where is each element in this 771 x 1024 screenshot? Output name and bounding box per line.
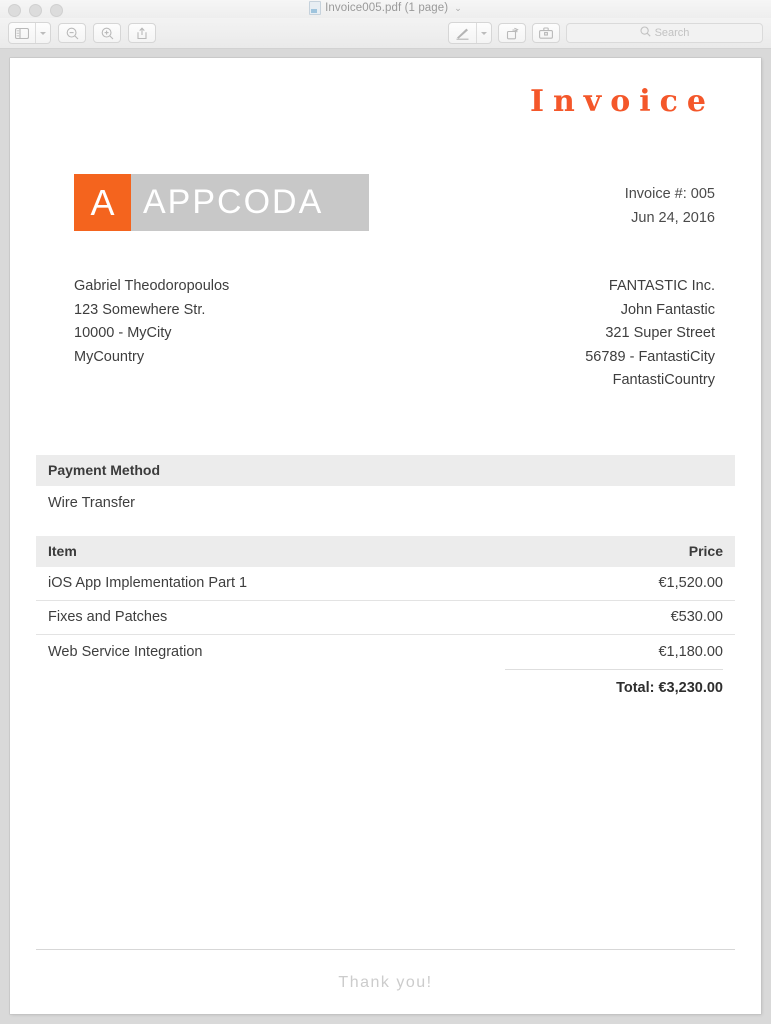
item-name: Fixes and Patches (48, 609, 168, 625)
bill-to-line: 321 Super Street (605, 325, 715, 341)
window-titlebar: Invoice005.pdf (1 page) ⌄ (0, 0, 771, 18)
table-row: Web Service Integration €1,180.00 (36, 635, 735, 669)
payment-method-value-row: Wire Transfer (36, 486, 735, 520)
table-row: Fixes and Patches €530.00 (36, 601, 735, 635)
chevron-down-icon (481, 31, 487, 35)
page-title: Invoice (529, 84, 715, 119)
window-title-group: Invoice005.pdf (1 page) ⌄ (0, 1, 771, 15)
payment-method-value: Wire Transfer (48, 494, 136, 511)
zoom-in-icon (101, 27, 114, 40)
invoice-date: Jun 24, 2016 (631, 210, 715, 226)
search-placeholder: Search (654, 27, 690, 39)
logo-mark: A (74, 174, 131, 231)
logo-and-meta-row: A APPCODA Invoice #: 005 Jun 24, 2016 (36, 174, 735, 231)
zoom-out-icon (66, 27, 79, 40)
payment-method-header-label: Payment Method (48, 462, 161, 478)
pdf-page: Invoice A APPCODA Invoice #: 005 Jun 24,… (10, 58, 761, 1014)
item-price: €1,180.00 (658, 643, 723, 660)
zoom-in-button[interactable] (93, 23, 121, 43)
bill-from-line: 10000 - MyCity (74, 325, 172, 341)
search-icon (640, 24, 651, 42)
main-toolbar: Search (0, 18, 771, 49)
column-header-price: Price (688, 543, 723, 559)
chevron-down-icon (40, 31, 46, 35)
bill-from-address: Gabriel Theodoropoulos 123 Somewhere Str… (74, 275, 229, 393)
toolbar-right-group: Search (448, 22, 763, 44)
bill-to-address: FANTASTIC Inc. John Fantastic 321 Super … (585, 275, 735, 393)
sidebar-toggle-button[interactable] (8, 22, 51, 44)
item-name: iOS App Implementation Part 1 (48, 575, 248, 591)
table-row: iOS App Implementation Part 1 €1,520.00 (36, 567, 735, 601)
toolbox-button[interactable] (532, 23, 560, 43)
zoom-out-button[interactable] (58, 23, 86, 43)
item-price: €1,520.00 (658, 575, 723, 591)
share-button[interactable] (128, 23, 156, 43)
items-table: Item Price iOS App Implementation Part 1… (36, 535, 735, 696)
bill-from-line: 123 Somewhere Str. (74, 301, 206, 318)
addresses-row: Gabriel Theodoropoulos 123 Somewhere Str… (36, 275, 735, 393)
items-table-header: Item Price (36, 535, 735, 567)
sidebar-icon[interactable] (9, 23, 35, 43)
appcoda-logo: A APPCODA (74, 174, 369, 231)
window-title: Invoice005.pdf (1 page) (325, 2, 449, 14)
payment-method-section: Payment Method Wire Transfer (36, 454, 735, 520)
markup-dropdown-button[interactable] (476, 23, 491, 43)
total-row: Total: €3,230.00 (36, 668, 735, 696)
pdf-preview-window: Invoice005.pdf (1 page) ⌄ Search Invoice… (0, 0, 771, 1024)
invoice-meta: Invoice #: 005 Jun 24, 2016 (625, 174, 735, 230)
item-name: Web Service Integration (48, 643, 203, 660)
bill-to-line: FANTASTIC Inc. (608, 278, 715, 294)
item-price: €530.00 (670, 609, 723, 625)
rotate-icon (506, 27, 519, 40)
search-input[interactable]: Search (566, 23, 763, 43)
markup-pen-icon[interactable] (449, 23, 476, 43)
markup-toolbar-button[interactable] (448, 22, 492, 44)
share-icon (136, 26, 148, 40)
bill-to-line: FantastiCountry (612, 372, 715, 388)
pdf-document-icon (309, 1, 322, 15)
rotate-button[interactable] (498, 23, 526, 43)
title-chevron-down-icon[interactable]: ⌄ (454, 3, 462, 14)
sidebar-dropdown-button[interactable] (35, 23, 50, 43)
bill-to-line: 56789 - FantastiCity (585, 348, 715, 365)
bill-from-line: MyCountry (74, 348, 145, 365)
document-footer: Thank you! (36, 949, 735, 992)
payment-method-header: Payment Method (36, 454, 735, 486)
bill-from-line: Gabriel Theodoropoulos (74, 278, 230, 294)
toolbar-left-group (8, 22, 156, 44)
invoice-document: Invoice A APPCODA Invoice #: 005 Jun 24,… (10, 58, 761, 1014)
bill-to-line: John Fantastic (620, 301, 715, 318)
invoice-number: Invoice #: 005 (624, 186, 715, 202)
column-header-item: Item (48, 543, 77, 559)
document-scroll-area[interactable]: Invoice A APPCODA Invoice #: 005 Jun 24,… (0, 49, 771, 1024)
footer-divider (36, 949, 735, 950)
thank-you-note: Thank you! (338, 974, 433, 991)
total-amount: Total: €3,230.00 (505, 668, 723, 696)
toolbox-icon (539, 27, 553, 39)
logo-wordmark: APPCODA (131, 174, 369, 231)
